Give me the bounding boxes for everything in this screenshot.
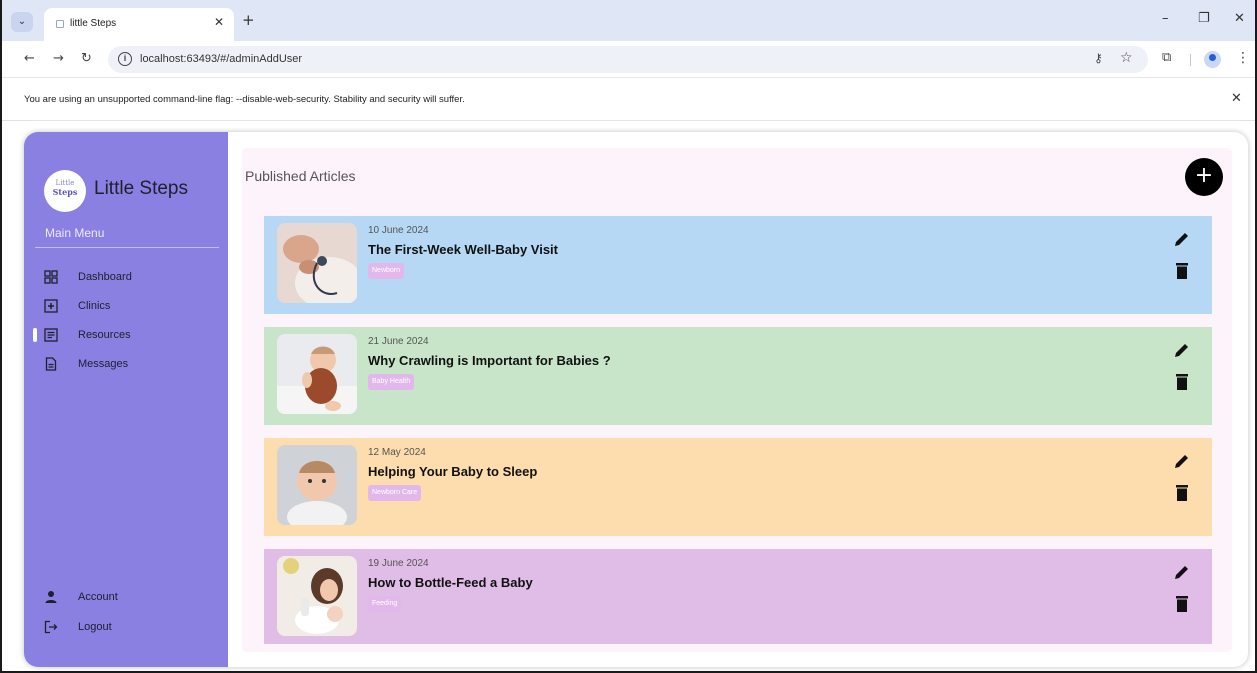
menu-divider <box>35 247 219 248</box>
article-tag: Newborn Care <box>368 485 422 501</box>
bookmark-star-icon[interactable]: ☆ <box>1120 50 1133 66</box>
article-card[interactable]: 10 June 2024 The First-Week Well-Baby Vi… <box>264 216 1212 314</box>
article-thumbnail <box>277 445 357 525</box>
edit-icon[interactable] <box>1173 230 1191 248</box>
sidebar-item-resources[interactable]: Resources <box>24 325 228 349</box>
article-date: 12 May 2024 <box>368 447 426 458</box>
edit-icon[interactable] <box>1173 563 1191 581</box>
sidebar-item-label: Dashboard <box>78 271 132 283</box>
article-date: 10 June 2024 <box>368 225 429 236</box>
article-thumbnail <box>277 223 357 303</box>
restore-icon[interactable]: ❐ <box>1198 11 1210 26</box>
sidebar-item-logout[interactable]: Logout <box>24 617 228 641</box>
article-title: How to Bottle-Feed a Baby <box>368 575 533 590</box>
infobar-close-icon[interactable]: ✕ <box>1231 91 1242 106</box>
reload-icon[interactable]: ↻ <box>81 51 92 66</box>
tab-search-icon[interactable]: ⌄ <box>11 12 33 32</box>
app-container: Little Steps Little Steps Main Menu Dash… <box>24 132 1248 667</box>
logout-icon <box>44 620 58 634</box>
person-icon <box>45 591 57 603</box>
sidebar-item-dashboard[interactable]: Dashboard <box>24 267 228 291</box>
browser-tab[interactable]: little Steps ✕ <box>44 8 234 41</box>
article-tag: Feeding <box>368 596 402 612</box>
sidebar: Little Steps Little Steps Main Menu Dash… <box>24 132 228 667</box>
brand-name: Little Steps <box>94 178 188 199</box>
dashboard-icon <box>44 270 58 284</box>
infobar-message: You are using an unsupported command-lin… <box>24 94 465 105</box>
article-date: 21 June 2024 <box>368 336 429 347</box>
forward-icon[interactable]: → <box>53 51 64 66</box>
edit-icon[interactable] <box>1173 341 1191 359</box>
article-card[interactable]: 21 June 2024 Why Crawling is Important f… <box>264 327 1212 425</box>
app-logo: Little Steps <box>44 170 86 212</box>
article-date: 19 June 2024 <box>368 558 429 569</box>
article-tag: Baby Health <box>368 374 415 390</box>
logo-text-line2: Steps <box>52 187 78 197</box>
url-text[interactable]: localhost:63493/#/adminAddUser <box>140 53 302 65</box>
logo-text-line1: Little <box>55 179 75 187</box>
page-title: Published Articles <box>245 168 356 184</box>
sidebar-item-messages[interactable]: Messages <box>24 354 228 378</box>
clinic-plus-icon <box>44 299 58 313</box>
sidebar-item-account[interactable]: Account <box>24 587 228 611</box>
active-indicator <box>33 328 37 342</box>
sidebar-item-clinics[interactable]: Clinics <box>24 296 228 320</box>
main-content: Published Articles + 10 June 2024 The Fi… <box>242 148 1232 652</box>
sidebar-item-label: Resources <box>78 329 131 341</box>
sidebar-item-label: Clinics <box>78 300 111 312</box>
new-tab-icon[interactable]: + <box>242 11 255 29</box>
toolbar-divider <box>1190 54 1191 66</box>
sidebar-item-label: Logout <box>78 621 112 633</box>
profile-avatar-icon[interactable] <box>1204 51 1221 68</box>
back-icon[interactable]: ← <box>24 51 35 66</box>
delete-icon[interactable] <box>1175 373 1189 391</box>
favicon-icon <box>56 20 64 28</box>
minimize-icon[interactable]: – <box>1162 11 1169 26</box>
delete-icon[interactable] <box>1175 595 1189 613</box>
article-title: Helping Your Baby to Sleep <box>368 464 538 479</box>
browser-menu-icon[interactable]: ⋮ <box>1236 50 1250 66</box>
article-card[interactable]: 12 May 2024 Helping Your Baby to Sleep N… <box>264 438 1212 536</box>
main-menu-label: Main Menu <box>45 226 105 240</box>
article-thumbnail <box>277 556 357 636</box>
address-bar[interactable]: i localhost:63493/#/adminAddUser ⚷ ☆ <box>108 46 1148 73</box>
article-card[interactable]: 19 June 2024 How to Bottle-Feed a Baby F… <box>264 549 1212 644</box>
delete-icon[interactable] <box>1175 262 1189 280</box>
browser-toolbar: ← → ↻ i localhost:63493/#/adminAddUser ⚷… <box>2 41 1255 78</box>
article-tag: Newborn <box>368 263 405 279</box>
article-title: Why Crawling is Important for Babies ? <box>368 353 611 368</box>
site-info-icon[interactable]: i <box>118 52 132 66</box>
sidebar-item-label: Account <box>78 591 118 603</box>
password-key-icon[interactable]: ⚷ <box>1094 51 1103 65</box>
warning-infobar: You are using an unsupported command-lin… <box>2 79 1255 121</box>
tab-close-icon[interactable]: ✕ <box>214 15 224 29</box>
resources-icon <box>44 328 58 342</box>
delete-icon[interactable] <box>1175 484 1189 502</box>
browser-window: ⌄ little Steps ✕ + – ❐ ✕ ← → ↻ i localho… <box>0 0 1257 673</box>
messages-icon <box>45 357 57 371</box>
window-close-icon[interactable]: ✕ <box>1234 11 1245 26</box>
add-article-button[interactable]: + <box>1185 158 1223 196</box>
extensions-icon[interactable]: ⧉ <box>1162 50 1171 65</box>
edit-icon[interactable] <box>1173 452 1191 470</box>
article-thumbnail <box>277 334 357 414</box>
tab-bar: ⌄ little Steps ✕ + – ❐ ✕ <box>2 0 1255 41</box>
tab-title: little Steps <box>70 18 117 29</box>
sidebar-item-label: Messages <box>78 358 129 370</box>
article-title: The First-Week Well-Baby Visit <box>368 242 558 257</box>
